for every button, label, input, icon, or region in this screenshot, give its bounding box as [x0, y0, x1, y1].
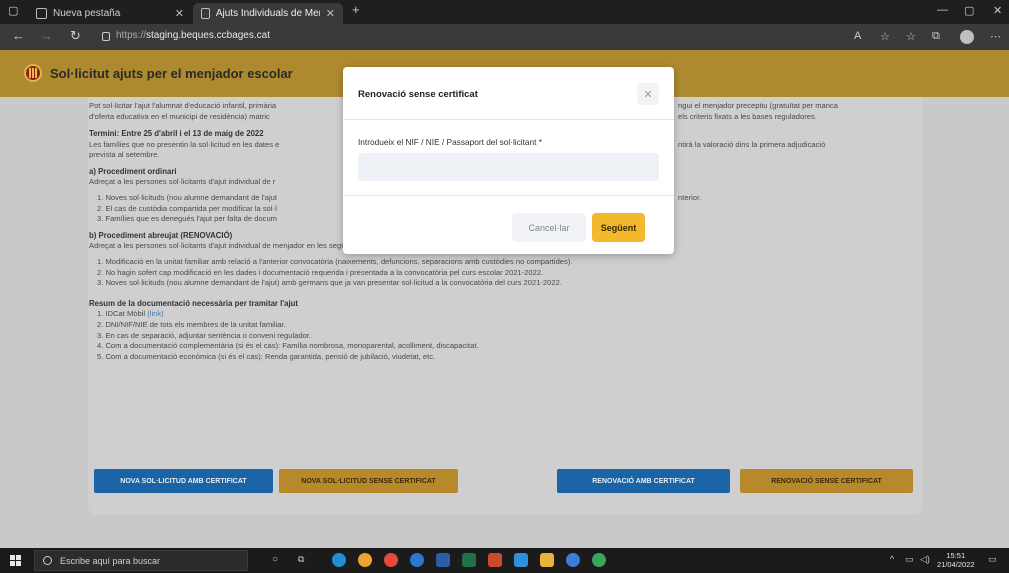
browser-tab-bar: ▢ Nueva pestaña ✕ Ajuts Individuals de M… [0, 0, 1009, 24]
firefox-icon[interactable] [358, 553, 372, 567]
file-explorer-icon[interactable] [540, 553, 554, 567]
restore-icon[interactable]: ▢ [964, 4, 974, 17]
list-item: 1. Modificació en la unitat familiar amb… [97, 256, 573, 266]
catalan-logo-icon [24, 64, 42, 82]
new-tab-page-icon [36, 8, 47, 19]
url-host: staging.beques.ccbages.cat [146, 30, 270, 41]
tab-active[interactable]: Ajuts Individuals de Menjador - ✕ [193, 3, 343, 24]
clock-time: 15:51 [946, 551, 966, 560]
new-without-certificate-button[interactable]: NOVA SOL·LICITUD SENSE CERTIFICAT [279, 469, 458, 493]
divider [343, 119, 674, 120]
tab-label: Ajuts Individuals de Menjador - [215, 8, 320, 19]
excel-icon[interactable] [462, 553, 476, 567]
read-aloud-icon[interactable]: A [854, 30, 861, 42]
list-item: 1. IDCat Mòbil (link) [89, 309, 909, 320]
documentation-heading: Resum de la documentació necessària per … [89, 298, 298, 308]
list-item: 4. Com a documentació complementària (si… [97, 341, 479, 351]
word-icon[interactable] [436, 553, 450, 567]
list-item: 3. Noves sol·licituds (nou alumne demand… [97, 278, 562, 288]
intro-line-2-right: els criteris fixats a les bases regulado… [678, 111, 817, 121]
tab-actions-icon[interactable]: ▢ [8, 4, 18, 17]
new-with-certificate-button[interactable]: NOVA SOL·LICITUD AMB CERTIFICAT [94, 469, 273, 493]
renewal-without-certificate-button[interactable]: RENOVACIÓ SENSE CERTIFICAT [740, 469, 913, 493]
forward-icon[interactable]: → [40, 29, 53, 43]
close-icon[interactable]: ✕ [637, 83, 659, 105]
taskbar-search[interactable]: Escribe aquí para buscar [34, 550, 248, 571]
abbreviated-list: 1. Modificació en la unitat familiar amb… [89, 257, 909, 289]
app-title: Sol·licitut ajuts per el menjador escola… [50, 66, 293, 81]
url-text: https://staging.beques.ccbages.cat [116, 30, 270, 41]
new-tab-plus-icon[interactable]: + [352, 2, 360, 17]
cancel-button[interactable]: Cancel·lar [512, 213, 586, 242]
renewal-with-certificate-button[interactable]: RENOVACIÓ AMB CERTIFICAT [557, 469, 730, 493]
url-prefix: https:// [116, 30, 147, 41]
term-line-1-right: ntirà la valoració dins la primera adjud… [678, 139, 826, 149]
notifications-icon[interactable]: ▭ [988, 554, 997, 565]
address-bar: ← → ↻ https://staging.beques.ccbages.cat… [0, 24, 1009, 50]
list-item: 3. En cas de separació, adjuntar sentènc… [97, 330, 312, 340]
app-icon[interactable] [592, 553, 606, 567]
documentation-list: 1. IDCat Mòbil (link) 2. DNI/NIF/NIE de … [89, 309, 909, 362]
profile-avatar-icon[interactable] [960, 30, 974, 44]
search-icon [43, 556, 52, 565]
idcat-link[interactable]: (link) [147, 309, 163, 318]
chrome-icon[interactable] [384, 553, 398, 567]
close-window-icon[interactable]: ✕ [993, 4, 1002, 17]
refresh-icon[interactable]: ↻ [70, 29, 81, 43]
list-item: 2. DNI/NIF/NIE de tots els membres de la… [97, 319, 286, 329]
powerpoint-icon[interactable] [488, 553, 502, 567]
renewal-modal: Renovació sense certificat ✕ Introdueix … [343, 67, 674, 254]
minimize-icon[interactable]: — [937, 4, 948, 16]
page-icon [201, 8, 210, 19]
favorite-icon[interactable]: ☆ [880, 30, 890, 43]
windows-taskbar: Escribe aquí para buscar ○ ⧉ ^ ▭ ◁) 15:5… [0, 548, 1009, 573]
id-field-label: Introdueix el NIF / NIE / Passaport del … [358, 137, 542, 147]
close-tab-icon[interactable]: ✕ [175, 7, 184, 20]
intro-line-1-right: ngui el menjador preceptiu (gratuïtat pe… [678, 101, 838, 110]
tab-label: Nueva pestaña [53, 8, 121, 19]
collections-icon[interactable]: ⧉ [932, 30, 940, 43]
clock-date: 21/04/2022 [937, 560, 975, 569]
next-button[interactable]: Següent [592, 213, 645, 242]
chrome-profile-icon[interactable] [566, 553, 580, 567]
system-clock[interactable]: 15:51 21/04/2022 [937, 551, 975, 569]
search-placeholder: Escribe aquí para buscar [60, 555, 161, 566]
volume-icon[interactable]: ◁) [920, 554, 930, 565]
task-view-icon[interactable]: ⧉ [298, 554, 304, 565]
idcat-label: 1. IDCat Mòbil [97, 309, 146, 319]
url-field[interactable]: https://staging.beques.ccbages.cat [102, 30, 270, 41]
tray-chevron-icon[interactable]: ^ [890, 554, 894, 564]
list-item: 5. Com a documentació econòmica (si és e… [97, 351, 436, 361]
network-icon[interactable]: ▭ [905, 554, 914, 565]
id-input[interactable] [358, 153, 659, 181]
close-tab-icon[interactable]: ✕ [326, 7, 335, 20]
tab-new[interactable]: Nueva pestaña ✕ [28, 3, 192, 24]
teams-icon[interactable] [514, 553, 528, 567]
lock-icon [102, 32, 110, 41]
windows-start-icon[interactable] [10, 555, 21, 566]
internet-explorer-icon[interactable] [410, 553, 424, 567]
cortana-icon[interactable]: ○ [272, 554, 278, 565]
list-item: 2. No hagin sofert cap modificació en le… [97, 267, 544, 277]
ordinary-item-1-right: nterior. [678, 192, 702, 202]
divider [343, 195, 674, 196]
more-icon[interactable]: ⋯ [990, 30, 1001, 43]
favorites-bar-icon[interactable]: ☆ [906, 30, 916, 43]
back-icon[interactable]: ← [12, 29, 25, 43]
edge-icon[interactable] [332, 553, 346, 567]
modal-title: Renovació sense certificat [358, 89, 478, 100]
